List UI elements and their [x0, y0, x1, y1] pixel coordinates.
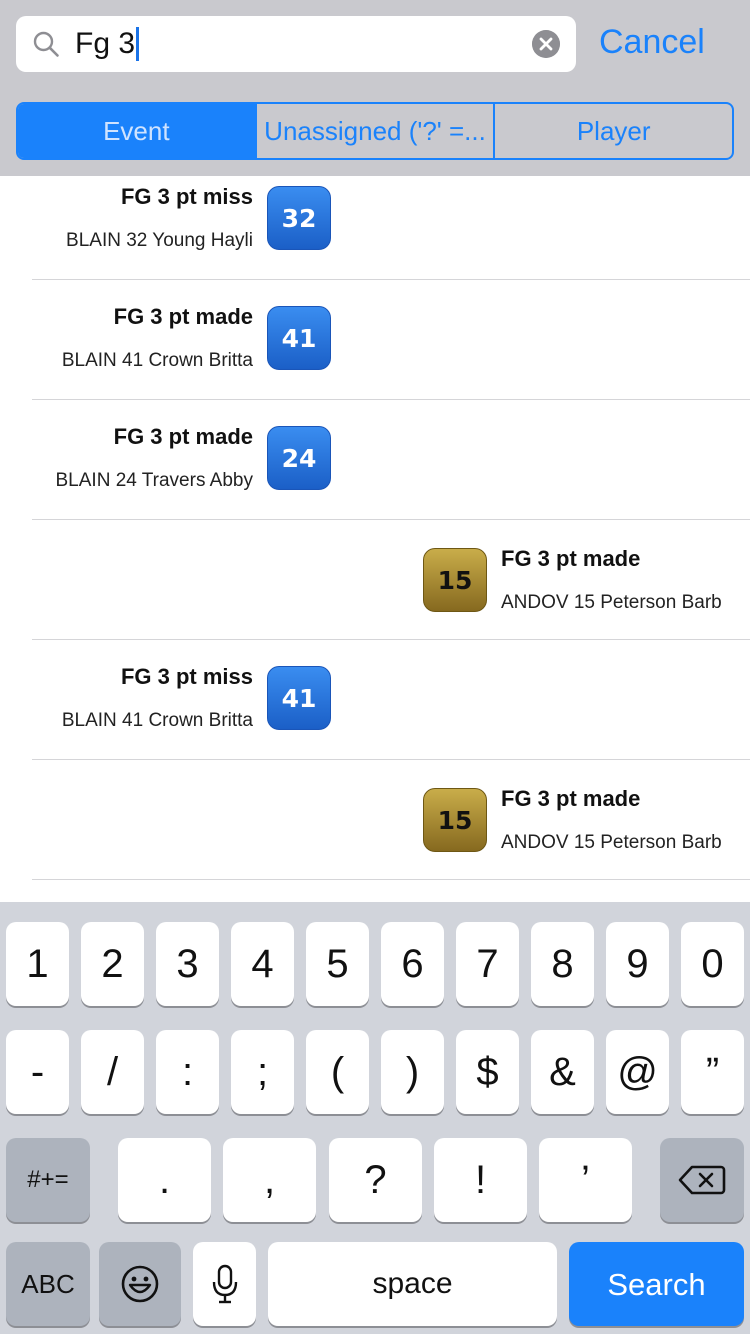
event-player: BLAIN 32 Young Hayli — [66, 230, 253, 251]
key-3[interactable]: 3 — [156, 922, 219, 1006]
key-period[interactable]: . — [118, 1138, 211, 1222]
jersey-number-badge: 24 — [267, 426, 331, 490]
event-player: BLAIN 41 Crown Britta — [61, 350, 253, 371]
event-title: FG 3 pt made — [113, 304, 253, 329]
search-icon — [33, 31, 59, 57]
key-open-paren[interactable]: ( — [306, 1030, 369, 1114]
list-item[interactable]: 15 FG 3 pt made ANDOV 15 Peterson Barb — [0, 520, 750, 640]
key-apostrophe[interactable]: ’ — [539, 1138, 632, 1222]
event-player: BLAIN 41 Crown Britta — [61, 710, 253, 731]
space-key[interactable]: space — [268, 1242, 557, 1326]
key-4[interactable]: 4 — [231, 922, 294, 1006]
clear-search-icon[interactable] — [532, 30, 560, 58]
key-at[interactable]: @ — [606, 1030, 669, 1114]
list-item[interactable]: FG 3 pt made BLAIN 41 Crown Britta 41 — [0, 280, 750, 400]
filter-segmented-control: Event Unassigned ('?' =... Player — [16, 102, 734, 160]
key-6[interactable]: 6 — [381, 922, 444, 1006]
dictation-key[interactable] — [193, 1242, 256, 1326]
search-key[interactable]: Search — [569, 1242, 744, 1326]
row-divider — [32, 879, 750, 880]
key-1[interactable]: 1 — [6, 922, 69, 1006]
key-close-paren[interactable]: ) — [381, 1030, 444, 1114]
key-5[interactable]: 5 — [306, 922, 369, 1006]
event-list: FG 3 pt miss BLAIN 32 Young Hayli 32 FG … — [0, 176, 750, 902]
keyboard: 1 2 3 4 5 6 7 8 9 0 - / : ; ( ) $ & @ ” … — [0, 902, 750, 1334]
list-item[interactable]: FG 3 pt made BLAIN 24 Travers Abby 24 — [0, 400, 750, 520]
search-input[interactable]: Fg 3 — [75, 27, 140, 61]
event-title: FG 3 pt made — [501, 786, 641, 811]
list-item[interactable]: FG 3 pt miss BLAIN 32 Young Hayli 32 — [0, 176, 750, 280]
event-title: FG 3 pt miss — [120, 664, 253, 689]
key-2[interactable]: 2 — [81, 922, 144, 1006]
segment-event[interactable]: Event — [18, 104, 255, 158]
segment-unassigned[interactable]: Unassigned ('?' =... — [254, 104, 494, 158]
jersey-number-badge: 15 — [423, 788, 487, 852]
jersey-number-badge: 15 — [423, 548, 487, 612]
key-9[interactable]: 9 — [606, 922, 669, 1006]
list-item[interactable]: 15 FG 3 pt made ANDOV 15 Peterson Barb — [0, 760, 750, 880]
text-caret — [136, 27, 140, 61]
key-8[interactable]: 8 — [531, 922, 594, 1006]
backspace-icon — [678, 1165, 726, 1195]
microphone-icon — [212, 1264, 237, 1304]
key-dollar[interactable]: $ — [456, 1030, 519, 1114]
key-exclamation[interactable]: ! — [434, 1138, 527, 1222]
list-item[interactable]: FG 3 pt miss BLAIN 41 Crown Britta 41 — [0, 640, 750, 760]
jersey-number-badge: 41 — [267, 306, 331, 370]
jersey-number-badge: 32 — [267, 186, 331, 250]
key-slash[interactable]: / — [81, 1030, 144, 1114]
abc-key[interactable]: ABC — [6, 1242, 90, 1326]
key-comma[interactable]: , — [223, 1138, 316, 1222]
search-input-text: Fg 3 — [75, 27, 136, 60]
key-hyphen[interactable]: - — [6, 1030, 69, 1114]
search-field[interactable]: Fg 3 — [16, 16, 576, 72]
event-player: BLAIN 24 Travers Abby — [55, 470, 254, 491]
search-header: Fg 3 Cancel Event Unassigned ('?' =... P… — [0, 0, 750, 176]
emoji-icon — [121, 1265, 159, 1303]
delete-key[interactable] — [660, 1138, 744, 1222]
emoji-key[interactable] — [99, 1242, 181, 1326]
event-title: FG 3 pt made — [501, 546, 641, 571]
key-question[interactable]: ? — [329, 1138, 422, 1222]
key-7[interactable]: 7 — [456, 922, 519, 1006]
key-quote[interactable]: ” — [681, 1030, 744, 1114]
symbols-key[interactable]: #+= — [6, 1138, 90, 1222]
key-semicolon[interactable]: ; — [231, 1030, 294, 1114]
event-title: FG 3 pt made — [113, 424, 253, 449]
jersey-number-badge: 41 — [267, 666, 331, 730]
cancel-button[interactable]: Cancel — [599, 22, 705, 62]
segment-player[interactable]: Player — [493, 104, 732, 158]
key-0[interactable]: 0 — [681, 922, 744, 1006]
key-ampersand[interactable]: & — [531, 1030, 594, 1114]
event-player: ANDOV 15 Peterson Barb — [501, 592, 722, 613]
key-colon[interactable]: : — [156, 1030, 219, 1114]
event-player: ANDOV 15 Peterson Barb — [501, 832, 722, 853]
event-title: FG 3 pt miss — [120, 184, 253, 209]
